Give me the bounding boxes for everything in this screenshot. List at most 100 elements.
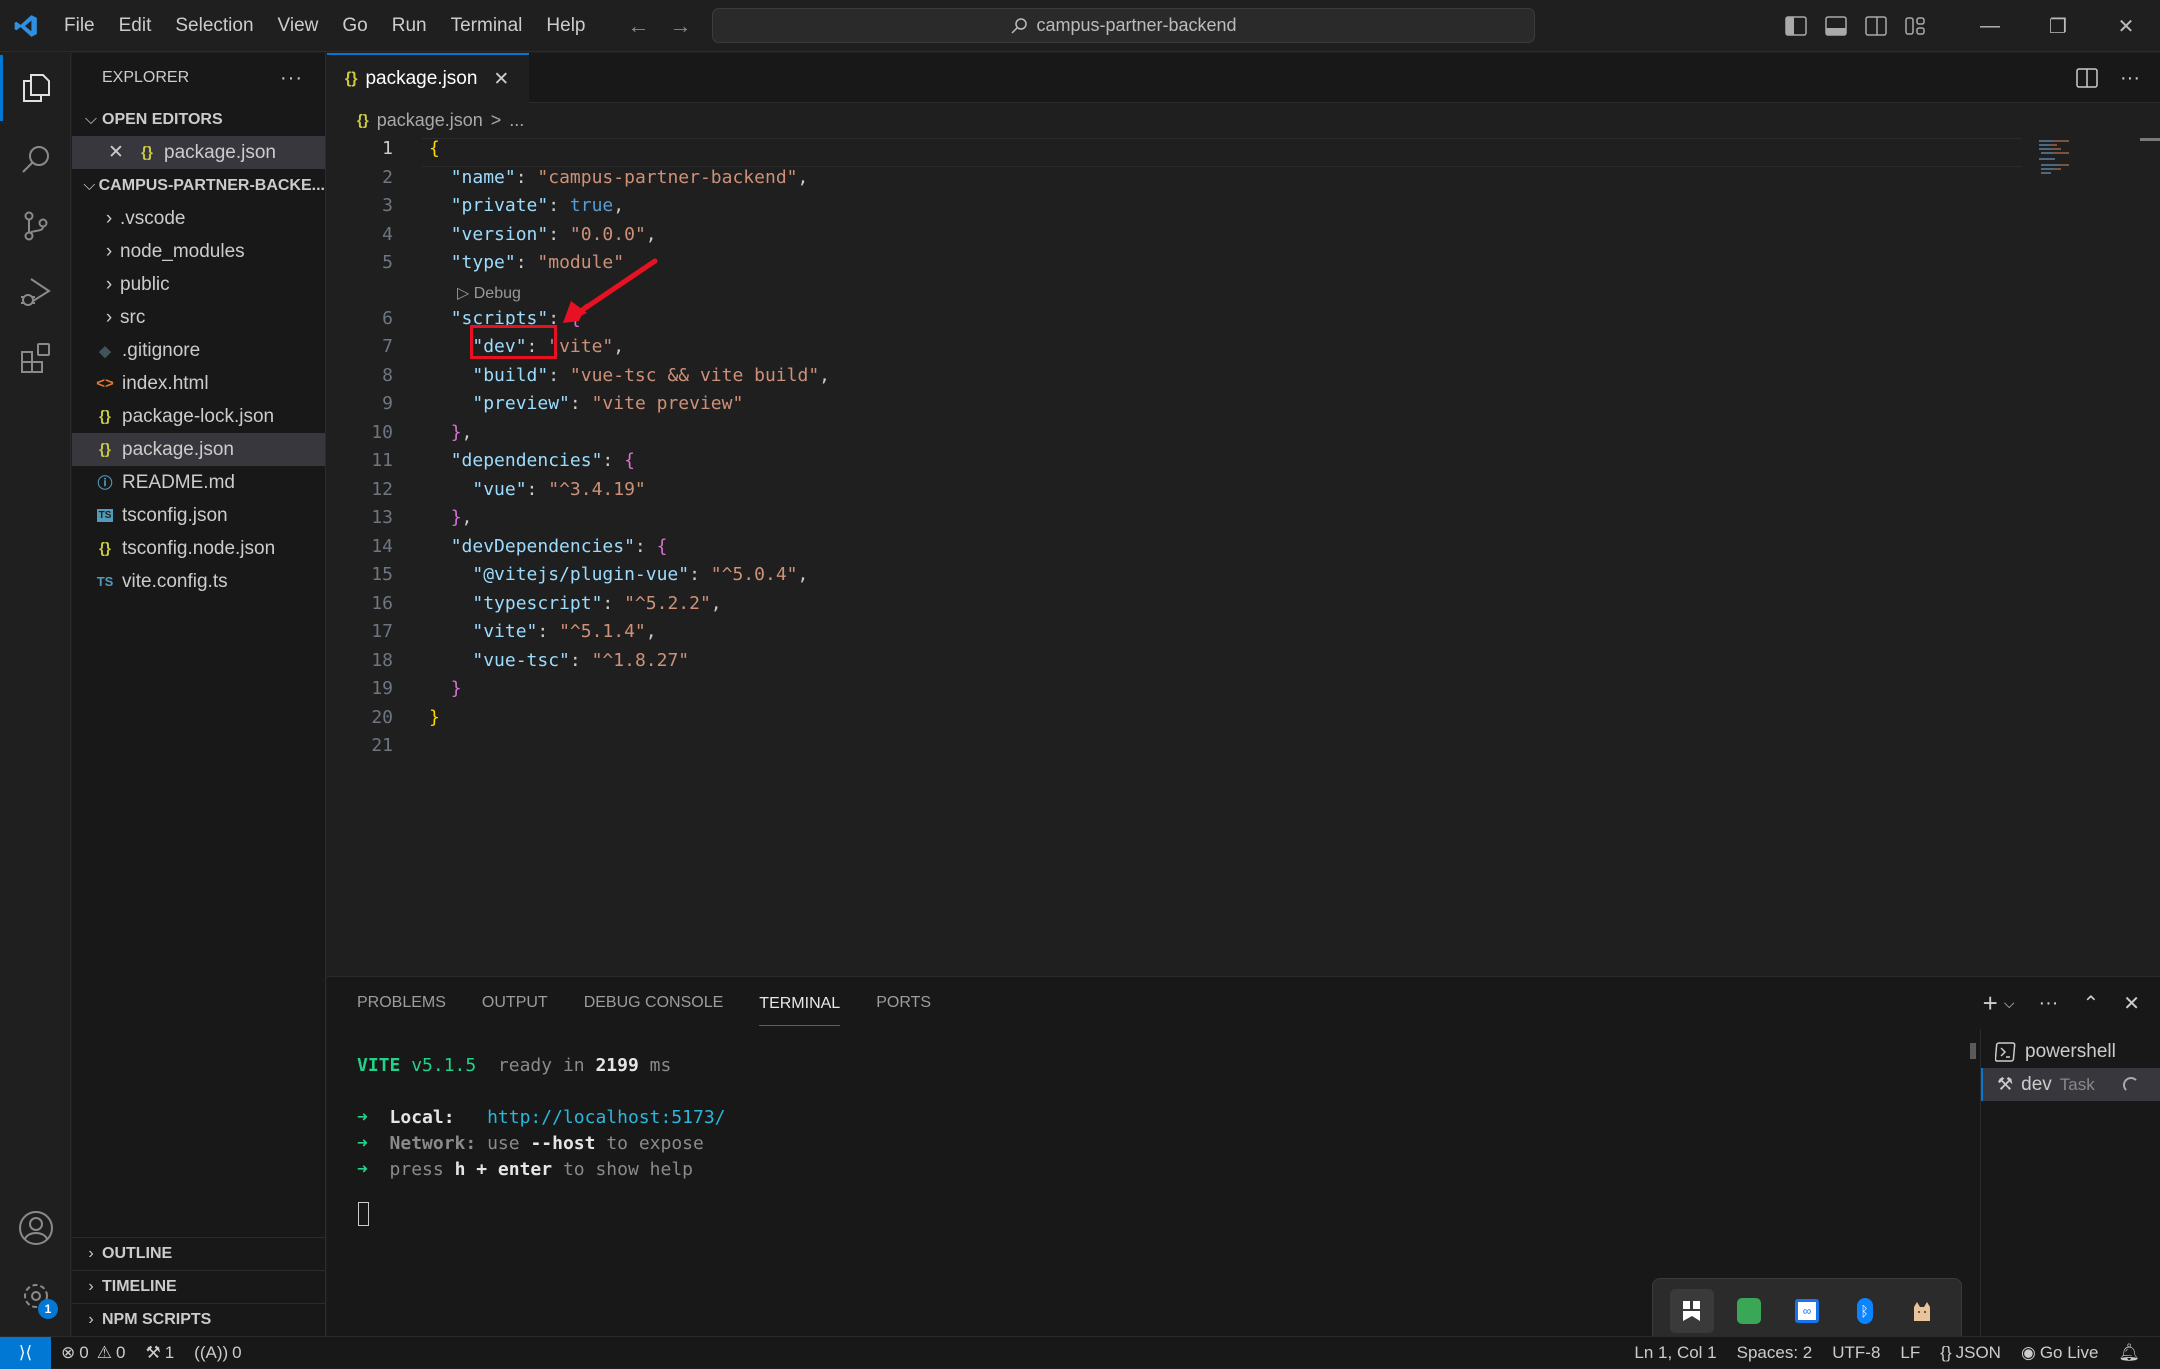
tab-problems[interactable]: PROBLEMS — [357, 994, 446, 1012]
more-actions-icon[interactable]: ··· — [2038, 992, 2058, 1015]
run-debug-activity[interactable] — [0, 259, 71, 325]
cursor-position[interactable]: Ln 1, Col 1 — [1624, 1343, 1726, 1363]
tray-app-remote-icon[interactable]: ∞ — [1785, 1289, 1829, 1333]
forward-arrow-icon[interactable]: → — [670, 13, 692, 39]
tree-item-readme[interactable]: ⓘ README.md — [72, 466, 325, 499]
tab-ports[interactable]: PORTS — [876, 994, 931, 1012]
breadcrumb-symbol[interactable]: ... — [509, 110, 524, 131]
more-actions-icon[interactable]: ··· — [2120, 67, 2140, 90]
open-editor-item[interactable]: ✕ {} package.json — [72, 136, 325, 169]
menu-terminal[interactable]: Terminal — [439, 0, 535, 52]
port-count: 0 — [232, 1342, 242, 1362]
customize-layout-icon[interactable] — [1896, 16, 1936, 36]
tree-item-src[interactable]: › src — [72, 301, 325, 334]
line-number: 15 — [371, 564, 393, 586]
outline-section[interactable]: › OUTLINE — [72, 1237, 326, 1270]
tray-app-bookmark-icon[interactable] — [1669, 1289, 1714, 1333]
tab-output[interactable]: OUTPUT — [482, 994, 548, 1012]
terminal-suffix: Task — [2059, 1074, 2095, 1094]
notifications-button[interactable]: 🔔︎ — [2108, 1343, 2150, 1363]
menu-edit[interactable]: Edit — [107, 0, 164, 52]
tree-item-index-html[interactable]: <> index.html — [72, 367, 325, 400]
tab-terminal[interactable]: TERMINAL — [759, 981, 841, 1026]
source-control-activity[interactable] — [0, 193, 71, 259]
extensions-activity[interactable] — [0, 325, 71, 391]
manage-activity[interactable]: 1 — [0, 1263, 71, 1329]
tree-item-tsconfig[interactable]: TS tsconfig.json — [72, 499, 325, 532]
close-icon[interactable]: ✕ — [108, 141, 134, 164]
json-braces-icon: {} — [99, 441, 111, 458]
open-editors-section[interactable]: ⌵ OPEN EDITORS — [72, 103, 325, 136]
tasks-status[interactable]: ⚒ 1 — [135, 1343, 184, 1363]
minimize-button[interactable]: — — [1956, 15, 2024, 38]
json-braces-icon: {} — [345, 70, 358, 87]
terminal-scrollbar[interactable] — [1970, 1043, 1976, 1059]
tree-item-package-lock[interactable]: {} package-lock.json — [72, 400, 325, 433]
tree-item-public[interactable]: › public — [72, 268, 325, 301]
line-number: 21 — [371, 735, 393, 757]
menu-selection[interactable]: Selection — [163, 0, 265, 52]
menu-view[interactable]: View — [266, 0, 331, 52]
end-of-line[interactable]: LF — [1890, 1343, 1930, 1363]
breadcrumb-file[interactable]: package.json — [377, 110, 483, 131]
toggle-primary-sidebar-icon[interactable] — [1776, 16, 1816, 36]
debug-codelens[interactable]: ▷ Debug — [457, 283, 521, 303]
tab-package-json[interactable]: {} package.json ✕ — [327, 53, 529, 103]
explorer-title: EXPLORER — [102, 69, 190, 86]
language-mode[interactable]: {} JSON — [1930, 1343, 2011, 1363]
close-panel-icon[interactable]: ✕ — [2123, 991, 2140, 1016]
menu-file[interactable]: File — [52, 0, 107, 52]
tree-item-vscode[interactable]: › .vscode — [72, 202, 325, 235]
restore-button[interactable]: ❐ — [2024, 14, 2092, 39]
close-tab-icon[interactable]: ✕ — [493, 68, 509, 91]
tree-item-tsconfig-node[interactable]: {} tsconfig.node.json — [72, 532, 325, 565]
remote-indicator-button[interactable]: ⟩⟨ — [0, 1336, 51, 1369]
json-braces-icon: {} — [99, 540, 111, 557]
menu-run[interactable]: Run — [380, 0, 439, 52]
close-window-button[interactable]: ✕ — [2092, 14, 2160, 39]
bluetooth-icon[interactable]: ᛒ — [1843, 1289, 1887, 1333]
tree-item-gitignore[interactable]: ◆ .gitignore — [72, 334, 325, 367]
new-terminal-icon[interactable]: + — [1983, 988, 1998, 1019]
editor-scrollbar[interactable] — [2140, 138, 2160, 141]
command-center-search[interactable]: campus-partner-backend — [712, 8, 1535, 43]
tray-app-cat-icon[interactable] — [1900, 1289, 1944, 1333]
indentation[interactable]: Spaces: 2 — [1727, 1343, 1823, 1363]
warning-icon: ⚠ — [96, 1342, 112, 1362]
ports-status[interactable]: ((A)) 0 — [184, 1343, 251, 1363]
terminal-item-powershell[interactable]: powershell — [1981, 1035, 2160, 1068]
timeline-section[interactable]: › TIMELINE — [72, 1270, 326, 1303]
tree-item-package-json[interactable]: {} package.json — [72, 433, 325, 466]
tray-app-green-icon[interactable] — [1727, 1289, 1771, 1333]
maximize-panel-icon[interactable]: ⌃ — [2082, 991, 2099, 1016]
encoding[interactable]: UTF-8 — [1822, 1343, 1890, 1363]
npm-scripts-section[interactable]: › NPM SCRIPTS — [72, 1303, 326, 1336]
terminal-item-dev-task[interactable]: ⚒ dev Task — [1981, 1068, 2160, 1101]
toggle-panel-icon[interactable] — [1816, 16, 1856, 36]
tree-item-vite-config[interactable]: TS vite.config.ts — [72, 565, 325, 598]
local-url-link[interactable]: http://localhost:5173/ — [487, 1107, 725, 1128]
back-arrow-icon[interactable]: ← — [628, 13, 650, 39]
folder-section[interactable]: ⌵ CAMPUS-PARTNER-BACKE... — [72, 169, 325, 202]
open-editor-label: package.json — [164, 141, 276, 163]
menu-go[interactable]: Go — [330, 0, 379, 52]
search-activity[interactable] — [0, 127, 71, 193]
go-live-button[interactable]: ◉ Go Live — [2011, 1343, 2108, 1363]
chevron-down-icon[interactable]: ⌵ — [2004, 995, 2015, 1012]
problems-status[interactable]: ⊗ 0 ⚠ 0 — [51, 1343, 135, 1363]
split-editor-icon[interactable] — [2076, 68, 2098, 88]
section-label: NPM SCRIPTS — [102, 1311, 212, 1328]
terminal-output[interactable]: VITE v5.1.5 ready in 2199 ms ➜ Local: ht… — [357, 1053, 726, 1183]
accounts-activity[interactable] — [0, 1195, 71, 1261]
chevron-right-icon: › — [105, 273, 113, 295]
more-actions-icon[interactable]: ··· — [280, 67, 303, 90]
line-number: 19 — [371, 678, 393, 700]
toggle-secondary-sidebar-icon[interactable] — [1856, 16, 1896, 36]
tab-debug-console[interactable]: DEBUG CONSOLE — [584, 994, 724, 1012]
menu-help[interactable]: Help — [534, 0, 597, 52]
tree-item-node-modules[interactable]: › node_modules — [72, 235, 325, 268]
minimap[interactable] — [2035, 138, 2075, 178]
explorer-activity[interactable] — [0, 55, 71, 121]
menu-bar: File Edit Selection View Go Run Terminal… — [52, 0, 598, 52]
line-number: 9 — [382, 393, 393, 415]
